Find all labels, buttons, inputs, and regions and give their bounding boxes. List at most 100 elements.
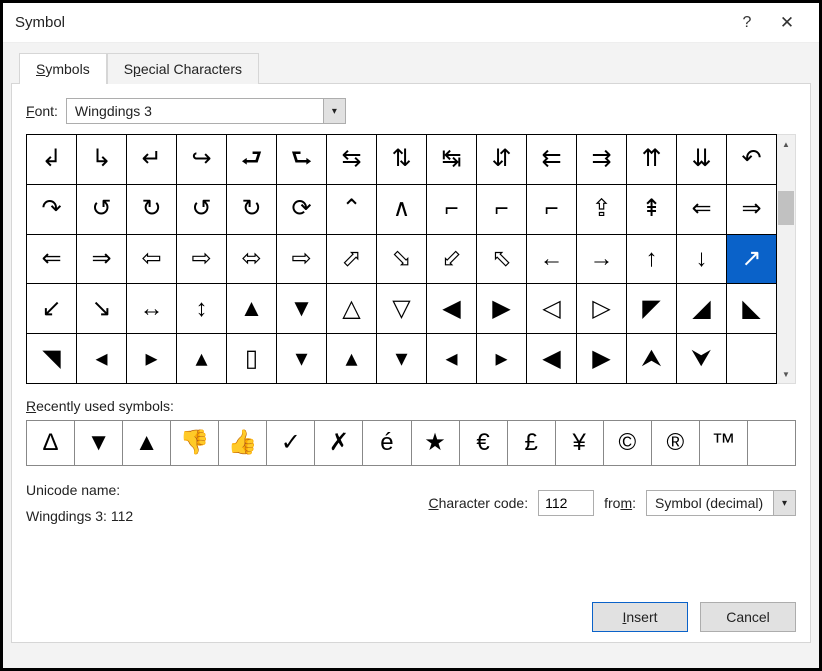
symbol-cell[interactable]: ▾ bbox=[377, 334, 427, 384]
symbol-cell[interactable]: ▶ bbox=[477, 284, 527, 334]
symbol-cell[interactable]: ↺ bbox=[77, 185, 127, 235]
symbol-cell[interactable]: ⬂ bbox=[377, 235, 427, 285]
symbol-cell[interactable]: ◁ bbox=[527, 284, 577, 334]
symbol-cell[interactable]: ⇈ bbox=[627, 135, 677, 185]
tab-special-characters[interactable]: Special Characters bbox=[107, 53, 259, 84]
grid-scrollbar[interactable]: ▲ ▼ bbox=[777, 134, 795, 384]
recent-cell[interactable]: £ bbox=[508, 421, 556, 466]
symbol-cell[interactable]: ↔ bbox=[127, 284, 177, 334]
symbol-cell[interactable]: ⇒ bbox=[727, 185, 777, 235]
symbol-cell[interactable]: ↶ bbox=[727, 135, 777, 185]
scroll-track[interactable] bbox=[777, 153, 795, 365]
symbol-cell[interactable]: ⌐ bbox=[527, 185, 577, 235]
symbol-cell[interactable]: ⇵ bbox=[477, 135, 527, 185]
symbol-cell[interactable]: ⇐ bbox=[27, 235, 77, 285]
symbol-cell[interactable]: ↓ bbox=[677, 235, 727, 285]
symbol-cell[interactable]: ⮐ bbox=[227, 135, 277, 185]
recent-cell[interactable]: ✓ bbox=[267, 421, 315, 466]
symbol-cell[interactable]: ⇪ bbox=[577, 185, 627, 235]
recent-cell[interactable]: ✗ bbox=[315, 421, 363, 466]
symbol-cell[interactable]: ⇅ bbox=[377, 135, 427, 185]
symbol-cell[interactable]: ⬄ bbox=[227, 235, 277, 285]
symbol-cell[interactable]: ⮝ bbox=[627, 334, 677, 384]
symbol-cell[interactable]: ◀ bbox=[527, 334, 577, 384]
symbol-cell[interactable]: ◤ bbox=[627, 284, 677, 334]
symbol-cell[interactable]: ↘ bbox=[77, 284, 127, 334]
symbol-cell[interactable]: ◂ bbox=[77, 334, 127, 384]
symbol-cell[interactable]: ⇨ bbox=[177, 235, 227, 285]
symbol-cell[interactable]: ↺ bbox=[177, 185, 227, 235]
symbol-cell[interactable]: ↵ bbox=[127, 135, 177, 185]
symbol-cell[interactable]: ↲ bbox=[27, 135, 77, 185]
symbol-cell[interactable]: ▴ bbox=[327, 334, 377, 384]
recent-cell[interactable]: ™ bbox=[700, 421, 748, 466]
symbol-cell[interactable]: ⇊ bbox=[677, 135, 727, 185]
symbol-cell[interactable]: ↻ bbox=[127, 185, 177, 235]
symbol-cell[interactable]: ⇉ bbox=[577, 135, 627, 185]
scroll-up-button[interactable]: ▲ bbox=[777, 135, 795, 153]
recent-cell[interactable]: Δ bbox=[27, 421, 75, 466]
recent-cell[interactable]: 👎 bbox=[171, 421, 219, 466]
symbol-cell[interactable]: ⇨ bbox=[277, 235, 327, 285]
symbol-cell[interactable]: ◀ bbox=[427, 284, 477, 334]
symbol-cell[interactable]: ⌐ bbox=[427, 185, 477, 235]
scroll-down-button[interactable]: ▼ bbox=[777, 365, 795, 383]
symbol-cell[interactable]: ⇞ bbox=[627, 185, 677, 235]
recent-cell[interactable]: 👍 bbox=[219, 421, 267, 466]
symbol-cell[interactable]: ▾ bbox=[277, 334, 327, 384]
symbol-cell[interactable]: ▽ bbox=[377, 284, 427, 334]
symbol-cell[interactable]: ⇆ bbox=[327, 135, 377, 185]
symbol-cell[interactable]: ↷ bbox=[27, 185, 77, 235]
recent-cell[interactable]: ® bbox=[652, 421, 700, 466]
symbol-cell[interactable]: ▴ bbox=[177, 334, 227, 384]
symbol-cell[interactable]: ↑ bbox=[627, 235, 677, 285]
symbol-cell[interactable]: ⇇ bbox=[527, 135, 577, 185]
symbol-cell[interactable]: ⬁ bbox=[477, 235, 527, 285]
symbol-cell[interactable]: ▸ bbox=[127, 334, 177, 384]
symbol-cell[interactable]: △ bbox=[327, 284, 377, 334]
recent-cell[interactable]: é bbox=[363, 421, 411, 466]
symbol-cell[interactable]: ▼ bbox=[277, 284, 327, 334]
recent-cell[interactable]: ▲ bbox=[123, 421, 171, 466]
symbol-cell[interactable]: ↕ bbox=[177, 284, 227, 334]
symbol-cell[interactable]: ⮟ bbox=[677, 334, 727, 384]
font-select-button[interactable]: ▾ bbox=[323, 99, 345, 123]
recent-cell[interactable]: © bbox=[604, 421, 652, 466]
cancel-button[interactable]: Cancel bbox=[700, 602, 796, 632]
symbol-cell[interactable]: ▯ bbox=[227, 334, 277, 384]
symbol-cell[interactable]: ⟳ bbox=[277, 185, 327, 235]
symbol-cell[interactable]: ▶ bbox=[577, 334, 627, 384]
help-button[interactable]: ? bbox=[727, 3, 767, 43]
symbol-cell[interactable]: ▷ bbox=[577, 284, 627, 334]
symbol-cell[interactable]: ∧ bbox=[377, 185, 427, 235]
symbol-cell[interactable]: → bbox=[577, 235, 627, 285]
symbol-cell[interactable]: ⌃ bbox=[327, 185, 377, 235]
symbol-cell[interactable]: ⮑ bbox=[277, 135, 327, 185]
close-button[interactable]: ✕ bbox=[767, 3, 807, 43]
from-select-button[interactable]: ▾ bbox=[773, 491, 795, 515]
symbol-cell[interactable]: ◂ bbox=[427, 334, 477, 384]
symbol-cell[interactable]: ↹ bbox=[427, 135, 477, 185]
recent-cell[interactable]: ¥ bbox=[556, 421, 604, 466]
symbol-cell[interactable]: ← bbox=[527, 235, 577, 285]
recent-cell[interactable]: ★ bbox=[412, 421, 460, 466]
from-select[interactable]: Symbol (decimal) ▾ bbox=[646, 490, 796, 516]
symbol-cell[interactable]: ⬀ bbox=[327, 235, 377, 285]
char-code-input[interactable] bbox=[538, 490, 594, 516]
symbol-cell[interactable]: ▲ bbox=[227, 284, 277, 334]
tab-symbols[interactable]: Symbols bbox=[19, 53, 107, 84]
symbol-cell[interactable]: ⇦ bbox=[127, 235, 177, 285]
scroll-thumb[interactable] bbox=[778, 191, 794, 225]
symbol-cell[interactable]: ⬃ bbox=[427, 235, 477, 285]
symbol-cell[interactable]: ↙ bbox=[27, 284, 77, 334]
symbol-cell[interactable]: ◥ bbox=[27, 334, 77, 384]
symbol-cell[interactable]: ◣ bbox=[727, 284, 777, 334]
symbol-cell[interactable]: ⌐ bbox=[477, 185, 527, 235]
recent-cell[interactable] bbox=[748, 421, 796, 466]
symbol-cell[interactable]: ↻ bbox=[227, 185, 277, 235]
symbol-cell[interactable]: ⇒ bbox=[77, 235, 127, 285]
symbol-cell[interactable]: ↳ bbox=[77, 135, 127, 185]
symbol-cell[interactable] bbox=[727, 334, 777, 384]
insert-button[interactable]: Insert bbox=[592, 602, 688, 632]
symbol-cell[interactable]: ⇐ bbox=[677, 185, 727, 235]
